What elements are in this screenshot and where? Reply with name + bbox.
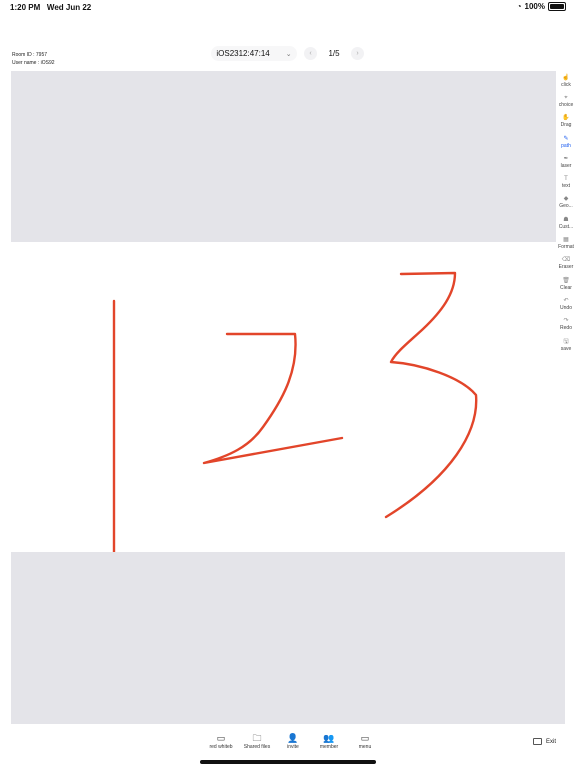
user-name: User name : iOS92 — [12, 60, 55, 66]
tool-label: click — [561, 81, 571, 88]
cursor-icon: ☝ — [562, 74, 570, 81]
format-icon: ▦ — [563, 237, 569, 244]
selection-icon: ⌖ — [564, 94, 568, 101]
tool-label: Eraser — [558, 264, 574, 271]
battery-icon — [548, 2, 566, 11]
battery-percent: 100% — [524, 2, 545, 11]
eraser-icon: ⌫ — [561, 257, 571, 264]
tool-format[interactable]: ▦ Format — [556, 233, 576, 254]
tool-laser[interactable]: ✒ laser — [556, 152, 576, 173]
bottom-item-label: invite — [287, 744, 299, 750]
tool-label: Redo — [560, 325, 572, 332]
tool-choice[interactable]: ⌖ choice — [556, 91, 576, 112]
status-right: ◔ 100% — [517, 2, 566, 11]
tool-sidebar: ☝ click ⌖ choice ✋ Drag ✎ path ✒ laser Ttext ◆ Geo..… — [556, 71, 576, 356]
exit-icon — [533, 738, 542, 745]
exit-label: Exit — [546, 738, 557, 745]
bottom-invite[interactable]: 👤 invite — [278, 732, 308, 750]
invite-icon: 👤 — [287, 733, 299, 743]
tool-drag[interactable]: ✋ Drag — [556, 111, 576, 132]
tool-label: save — [560, 345, 572, 352]
bottom-item-label: member — [319, 744, 339, 750]
bottom-menu[interactable]: ▭ menu — [350, 732, 380, 750]
bottom-item-label: menu — [358, 744, 372, 750]
undo-icon: ↶ — [563, 297, 569, 304]
bottom-shared-files[interactable]: 🗀 Shared files — [242, 732, 272, 750]
members-icon: 👥 — [323, 733, 335, 743]
whiteboard-icon: ▭ — [216, 733, 226, 743]
tool-label: Format — [558, 244, 574, 251]
wifi-icon: ◔ — [516, 2, 522, 11]
tool-eraser[interactable]: ⌫ Eraser — [556, 253, 576, 274]
tool-label: Drag — [560, 122, 572, 129]
bottom-item-label: red whiteb — [209, 744, 233, 750]
document-select[interactable]: iOS2312:47:14 ⌄ — [211, 46, 297, 61]
document-select-value: iOS2312:47:14 — [216, 49, 270, 58]
tool-label: Undo — [560, 304, 572, 311]
tool-label: Clear — [560, 284, 572, 291]
home-indicator — [200, 760, 376, 764]
drawn-stroke-3 — [384, 271, 478, 519]
next-page-button[interactable]: › — [351, 47, 364, 60]
tool-save[interactable]: 🖫 save — [556, 334, 576, 356]
hand-icon: ✋ — [562, 115, 570, 122]
drawn-stroke-2 — [202, 332, 344, 465]
page-pager: ‹ 1/5 › — [304, 46, 364, 61]
whiteboard-canvas[interactable] — [11, 242, 565, 552]
tool-clear[interactable]: 🗑 Clear — [556, 273, 576, 295]
tool-label: Cust... — [558, 223, 574, 230]
chevron-down-icon: ⌄ — [285, 50, 292, 58]
redo-icon: ↷ — [563, 318, 569, 325]
tool-label: choice — [558, 101, 574, 108]
tool-cust[interactable]: ☗ Cust... — [556, 213, 576, 234]
folder-icon: 🗀 — [252, 733, 262, 743]
tool-click[interactable]: ☝ click — [556, 71, 576, 92]
tool-text[interactable]: Ttext — [556, 172, 576, 193]
menu-icon: ▭ — [360, 733, 370, 743]
tool-geo[interactable]: ◆ Geo... — [556, 192, 576, 214]
save-icon: 🖫 — [563, 338, 569, 345]
bottom-red-whiteb[interactable]: ▭ red whiteb — [206, 732, 236, 750]
text-icon: T — [564, 176, 568, 183]
tool-redo[interactable]: ↷ Redo — [556, 314, 576, 335]
custom-shape-icon: ☗ — [563, 216, 569, 223]
exit-button[interactable]: Exit — [533, 738, 556, 745]
whiteboard-area[interactable] — [11, 71, 565, 724]
trash-icon: 🗑 — [562, 277, 570, 284]
prev-page-button[interactable]: ‹ — [304, 47, 317, 60]
tool-label: text — [561, 183, 571, 190]
tool-path[interactable]: ✎ path — [556, 131, 576, 153]
bottom-item-label: Shared files — [243, 744, 271, 750]
tool-undo[interactable]: ↶ Undo — [556, 294, 576, 315]
drawing-layer — [112, 271, 478, 552]
status-time: 1:20 PM Wed Jun 22 — [10, 3, 92, 12]
tool-label: Geo... — [559, 203, 573, 210]
laser-icon: ✒ — [563, 155, 569, 162]
page-indicator: 1/5 — [328, 49, 340, 58]
bottom-bar: ▭ red whiteb 🗀 Shared files 👤 invite 👥 member ▭ m… — [206, 732, 380, 750]
room-id: Room ID : 7957 — [12, 52, 48, 58]
bottom-member[interactable]: 👥 member — [314, 732, 344, 750]
status-bar: 1:20 PM Wed Jun 22 ◔ 100% — [0, 0, 576, 14]
tool-label: laser — [560, 162, 572, 169]
shapes-icon: ◆ — [563, 196, 569, 203]
pencil-icon: ✎ — [563, 135, 569, 142]
tool-label: path — [561, 142, 571, 149]
room-info: Room ID : 7957 User name : iOS92 — [12, 51, 55, 67]
